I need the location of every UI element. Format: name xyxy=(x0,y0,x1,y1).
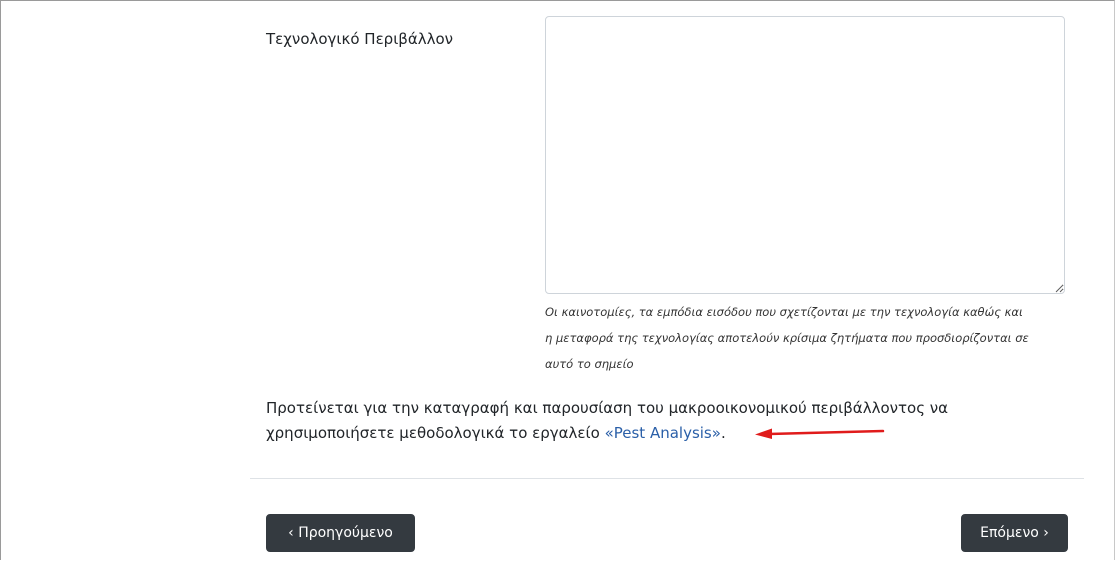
note-line-2: χρησιμοποιήσετε μεθοδολογικά το εργαλείο xyxy=(266,424,605,442)
pest-analysis-link[interactable]: «Pest Analysis» xyxy=(605,424,721,442)
field-label: Τεχνολογικό Περιβάλλον xyxy=(266,30,454,48)
divider xyxy=(250,478,1084,479)
previous-button[interactable]: ‹ Προηγούμενο xyxy=(266,514,415,552)
note-line-1: Προτείνεται για την καταγραφή και παρουσ… xyxy=(266,399,949,417)
recommendation-note: Προτείνεται για την καταγραφή και παρουσ… xyxy=(266,396,1026,446)
field-help-text: Οι καινοτομίες, τα εμπόδια εισόδου που σ… xyxy=(545,299,1075,377)
help-line: αυτό το σημείο xyxy=(545,357,634,371)
red-arrow-icon xyxy=(755,428,885,439)
technological-environment-textarea[interactable] xyxy=(545,16,1065,294)
help-line: Οι καινοτομίες, τα εμπόδια εισόδου που σ… xyxy=(545,305,1023,319)
resize-grip-icon[interactable] xyxy=(1054,283,1064,293)
note-suffix: . xyxy=(720,424,726,442)
help-line: η μεταφορά της τεχνολογίας αποτελούν κρί… xyxy=(545,331,1029,345)
next-button[interactable]: Επόμενο › xyxy=(961,514,1068,552)
